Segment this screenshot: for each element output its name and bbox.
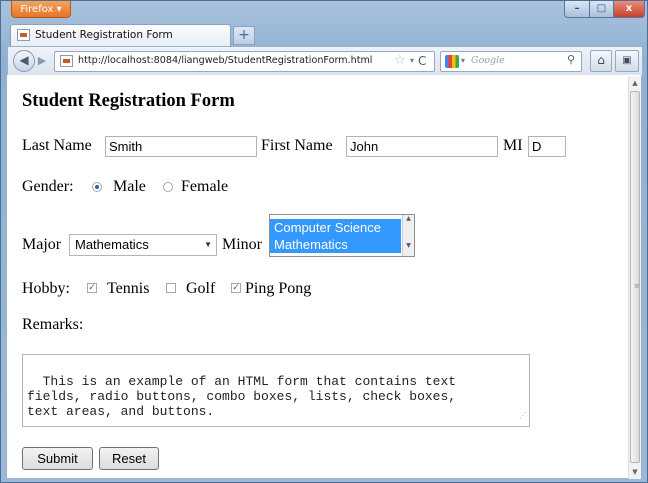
remarks-label: Remarks: xyxy=(22,316,84,333)
gender-male-radio[interactable] xyxy=(92,182,102,192)
firefox-menu-button[interactable]: Firefox ▾ xyxy=(11,1,71,18)
minor-list-scrollbar[interactable]: ▲ ▼ xyxy=(402,215,414,256)
page-title: Student Registration Form xyxy=(22,91,235,111)
scroll-thumb[interactable]: ≡ xyxy=(630,91,640,463)
tab-student-registration[interactable]: Student Registration Form xyxy=(10,24,231,46)
reset-button[interactable]: Reset xyxy=(99,447,159,470)
hobby-golf-checkbox[interactable] xyxy=(166,283,176,293)
hobby-golf-label: Golf xyxy=(186,280,216,297)
forward-button[interactable]: ▶ xyxy=(34,53,50,69)
hobby-ping-pong-label: Ping Pong xyxy=(245,280,312,297)
search-bar[interactable]: ▾ Google ⚲ xyxy=(440,51,582,72)
scroll-down-icon[interactable]: ▼ xyxy=(403,242,414,249)
hobby-ping-pong-checkbox[interactable]: ✓ xyxy=(231,283,241,293)
gender-male-label: Male xyxy=(113,178,146,195)
page-favicon-icon xyxy=(17,29,30,41)
major-select[interactable]: Mathematics ▼ xyxy=(69,234,217,256)
page-scrollbar[interactable]: ▲ ≡ ▼ xyxy=(628,76,641,479)
search-icon[interactable]: ⚲ xyxy=(567,53,575,66)
minimize-button[interactable]: – xyxy=(564,1,590,18)
minor-label: Minor xyxy=(222,236,262,253)
maximize-button[interactable]: □ xyxy=(589,1,614,18)
remarks-textarea[interactable]: This is an example of an HTML form that … xyxy=(22,354,530,427)
gender-female-label: Female xyxy=(181,178,229,195)
reload-icon[interactable]: C xyxy=(418,54,426,68)
back-button[interactable]: ◀ xyxy=(13,50,35,72)
history-dropdown-icon[interactable]: ▾ xyxy=(410,56,414,65)
close-button[interactable]: x xyxy=(613,1,645,18)
remarks-text: This is an example of an HTML form that … xyxy=(27,374,457,419)
navigation-toolbar: ◀ ▶ http://localhost:8084/liangweb/Stude… xyxy=(7,46,643,76)
minimize-icon: – xyxy=(574,3,580,14)
url-text[interactable]: http://localhost:8084/liangweb/StudentRe… xyxy=(78,55,372,66)
major-select-value: Mathematics xyxy=(75,237,149,252)
site-identity-icon[interactable] xyxy=(60,55,73,67)
grip-icon: ≡ xyxy=(634,282,640,290)
address-bar[interactable]: http://localhost:8084/liangweb/StudentRe… xyxy=(54,51,435,72)
major-label: Major xyxy=(22,236,62,253)
close-icon: x xyxy=(625,3,633,14)
scroll-down-icon[interactable]: ▼ xyxy=(629,465,641,479)
chevron-down-icon: ▼ xyxy=(204,240,212,249)
search-engine-dropdown-icon[interactable]: ▾ xyxy=(461,56,465,65)
search-input[interactable]: Google xyxy=(471,55,505,66)
hobby-tennis-label: Tennis xyxy=(107,280,150,297)
first-name-field[interactable]: John xyxy=(346,136,498,157)
bookmark-star-icon[interactable]: ☆ xyxy=(394,53,406,68)
new-tab-button[interactable]: + xyxy=(233,26,255,45)
last-name-field[interactable]: Smith xyxy=(105,136,257,157)
last-name-label: Last Name xyxy=(22,137,92,154)
first-name-label: First Name xyxy=(261,137,333,154)
tab-title: Student Registration Form xyxy=(35,29,173,41)
home-button[interactable]: ⌂ xyxy=(590,50,612,72)
hobby-label: Hobby: xyxy=(22,280,70,297)
extension-button[interactable]: ▣ xyxy=(615,50,639,72)
scroll-up-icon[interactable]: ▲ xyxy=(403,215,414,222)
mi-label: MI xyxy=(503,137,523,154)
scroll-up-icon[interactable]: ▲ xyxy=(629,76,641,90)
maximize-icon: □ xyxy=(596,3,607,14)
submit-button[interactable]: Submit xyxy=(22,447,93,470)
gender-label: Gender: xyxy=(22,178,74,195)
minor-option[interactable]: Computer Science xyxy=(270,219,401,236)
hobby-tennis-checkbox[interactable]: ✓ xyxy=(87,283,97,293)
mi-field[interactable]: D xyxy=(528,136,566,157)
resize-grip-icon[interactable]: ⋰ xyxy=(519,409,527,424)
google-icon[interactable] xyxy=(445,55,459,68)
minor-option[interactable]: Mathematics xyxy=(270,236,401,253)
gender-female-radio[interactable] xyxy=(163,182,173,192)
minor-listbox[interactable]: Computer Science Mathematics ▲ ▼ xyxy=(269,214,415,257)
